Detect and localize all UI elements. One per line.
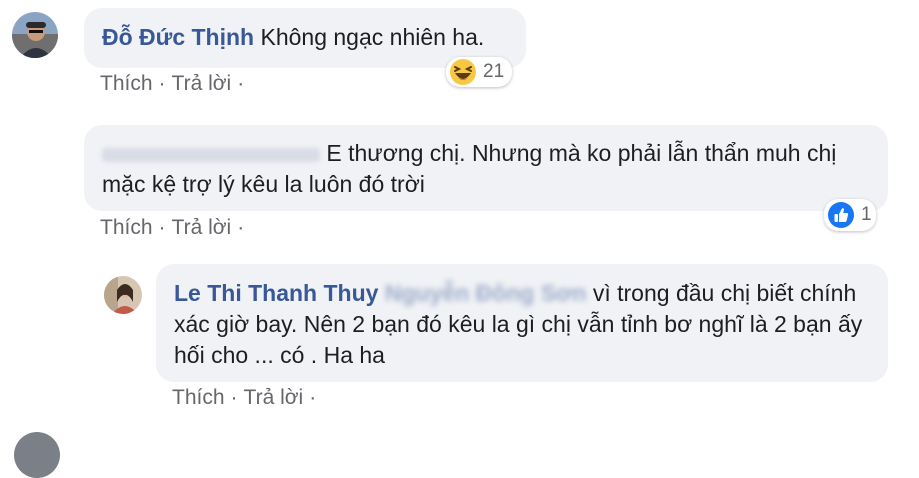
comment-author[interactable]: Đỗ Đức Thịnh xyxy=(102,24,254,50)
like-action[interactable]: Thích xyxy=(100,72,153,95)
redacted-author-name xyxy=(102,147,320,162)
like-icon xyxy=(828,202,854,228)
reaction-summary[interactable]: 21 xyxy=(446,57,513,87)
comment-actions: Thích · Trả lời · xyxy=(100,216,250,240)
tagged-user-mention[interactable]: Nguyễn Đông Sơn xyxy=(385,280,587,306)
separator-dot: · xyxy=(309,386,317,409)
profile-photo-icon xyxy=(12,12,58,58)
comment-bubble: Le Thi Thanh Thuy Nguyễn Đông Sơn vì tro… xyxy=(156,264,888,382)
reaction-count: 1 xyxy=(861,204,872,226)
like-action[interactable]: Thích xyxy=(172,386,225,409)
avatar[interactable] xyxy=(12,12,58,58)
reaction-count: 21 xyxy=(483,61,505,82)
reaction-summary[interactable]: 1 xyxy=(824,199,876,231)
comment-text: Không ngạc nhiên ha. xyxy=(260,24,485,50)
separator-dot: · xyxy=(158,216,166,239)
comment-bubble: E thương chị. Nhưng mà ko phải lẫn thẩn … xyxy=(84,125,888,211)
comment-actions: Thích · Trả lời · xyxy=(100,72,250,96)
reply-action[interactable]: Trả lời xyxy=(172,72,232,95)
separator-dot: · xyxy=(158,72,166,95)
separator-dot: · xyxy=(237,216,245,239)
comment-actions: Thích · Trả lời · xyxy=(172,386,322,410)
reply-action[interactable]: Trả lời xyxy=(244,386,304,409)
haha-emoji-icon xyxy=(450,59,476,85)
profile-photo-icon xyxy=(104,276,142,314)
like-action[interactable]: Thích xyxy=(100,216,153,239)
avatar[interactable] xyxy=(14,432,60,478)
separator-dot: · xyxy=(230,386,238,409)
comment-author[interactable]: Le Thi Thanh Thuy xyxy=(174,280,378,306)
separator-dot: · xyxy=(237,72,245,95)
reply-action[interactable]: Trả lời xyxy=(172,216,232,239)
avatar[interactable] xyxy=(104,276,142,314)
